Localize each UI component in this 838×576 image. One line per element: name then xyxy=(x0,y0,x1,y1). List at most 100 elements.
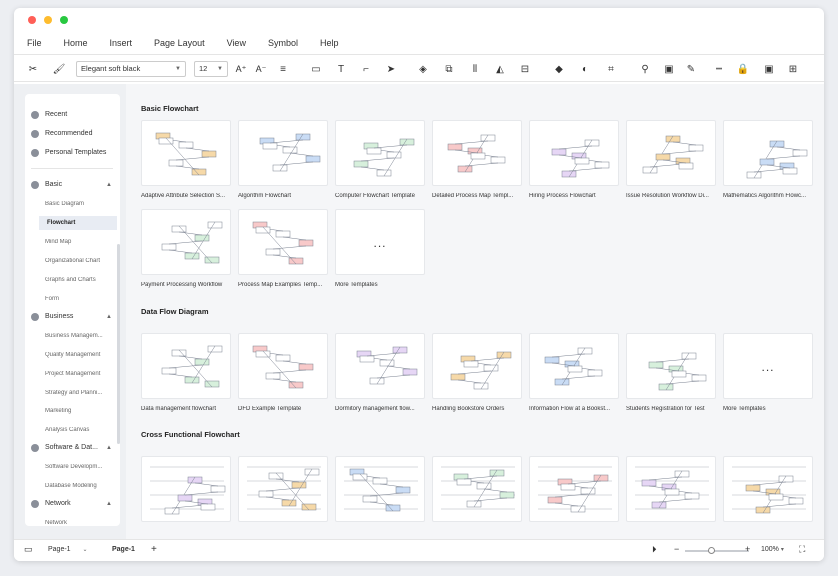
template-card[interactable] xyxy=(238,456,328,522)
template-card[interactable] xyxy=(141,456,231,522)
maximize-window-button[interactable] xyxy=(60,16,68,24)
increase-font-icon[interactable]: A⁺ xyxy=(234,62,248,76)
page-tab[interactable]: Page-1 xyxy=(112,546,135,553)
sidebar-item-software-development[interactable]: Software Developm... xyxy=(45,464,115,470)
menu-home[interactable]: Home xyxy=(64,38,88,48)
minimize-window-button[interactable] xyxy=(44,16,52,24)
sidebar-item-personal-templates[interactable]: Personal Templates xyxy=(25,144,120,162)
template-thumbnail[interactable] xyxy=(238,456,328,522)
template-thumbnail[interactable] xyxy=(141,209,231,275)
text-tool-icon[interactable]: T xyxy=(334,62,348,76)
lock-icon[interactable]: 🔒 xyxy=(736,62,750,76)
shape-style-icon[interactable]: ◐ xyxy=(578,62,592,76)
template-card[interactable]: Hiring Process Flowchart xyxy=(529,120,619,199)
search-icon[interactable]: ⚲ xyxy=(638,62,652,76)
template-thumbnail[interactable] xyxy=(626,120,716,186)
rectangle-icon[interactable]: ▭ xyxy=(309,62,323,76)
group-icon[interactable]: ⧉ xyxy=(442,62,456,76)
fullscreen-icon[interactable]: ⛶ xyxy=(799,544,805,555)
flip-icon[interactable]: ◭ xyxy=(493,62,507,76)
template-thumbnail[interactable] xyxy=(335,120,425,186)
template-card[interactable]: Algorithm Flowchart xyxy=(238,120,328,199)
menu-file[interactable]: File xyxy=(27,38,42,48)
pointer-icon[interactable]: ➤ xyxy=(384,62,398,76)
distribute-icon[interactable]: ⊟ xyxy=(518,62,532,76)
template-card[interactable]: Detailed Process Map Templ... xyxy=(432,120,522,199)
zoom-slider-handle[interactable] xyxy=(708,547,715,554)
template-thumbnail[interactable] xyxy=(238,333,328,399)
sidebar-item-recent[interactable]: Recent xyxy=(25,106,120,124)
cut-icon[interactable]: ✂ xyxy=(26,62,40,76)
more-templates-card[interactable]: ... More Templates xyxy=(723,333,813,412)
template-thumbnail[interactable]: ... xyxy=(335,209,425,275)
sidebar-item-recommended[interactable]: Recommended xyxy=(25,125,120,143)
template-thumbnail[interactable] xyxy=(141,333,231,399)
template-thumbnail[interactable] xyxy=(141,456,231,522)
template-card[interactable]: Process Map Examples Temp... xyxy=(238,209,328,288)
add-page-button[interactable]: + xyxy=(151,544,157,555)
sidebar-item-form[interactable]: Form xyxy=(45,296,115,302)
menu-view[interactable]: View xyxy=(227,38,246,48)
template-thumbnail[interactable] xyxy=(723,456,813,522)
sidebar-item-business-management[interactable]: Business Managem... xyxy=(45,333,115,339)
crop-icon[interactable]: ⌗ xyxy=(604,62,618,76)
menu-help[interactable]: Help xyxy=(320,38,339,48)
menu-page-layout[interactable]: Page Layout xyxy=(154,38,205,48)
template-thumbnail[interactable] xyxy=(335,333,425,399)
page-select[interactable]: Page-1 ⌄ xyxy=(48,546,88,553)
sidebar-item-flowchart[interactable]: Flowchart xyxy=(39,216,117,230)
sidebar-item-analysis-canvas[interactable]: Analysis Canvas xyxy=(45,427,115,433)
template-card[interactable]: Computer Flowchart Template xyxy=(335,120,425,199)
sidebar-scrollbar[interactable] xyxy=(117,244,120,444)
menu-symbol[interactable]: Symbol xyxy=(268,38,298,48)
template-card[interactable] xyxy=(723,456,813,522)
template-card[interactable]: Adaptive Attribute Selection S... xyxy=(141,120,231,199)
page-panel-icon[interactable]: ▭ xyxy=(24,544,33,555)
template-card[interactable]: Information Flow at a Bookst... xyxy=(529,333,619,412)
template-thumbnail[interactable] xyxy=(723,120,813,186)
template-card[interactable] xyxy=(335,456,425,522)
sidebar-group-network[interactable]: Network ▲ xyxy=(25,495,120,513)
find-replace-icon[interactable]: ▣ xyxy=(662,62,676,76)
connector-icon[interactable]: ⌐ xyxy=(359,62,373,76)
template-card[interactable] xyxy=(432,456,522,522)
menu-insert[interactable]: Insert xyxy=(110,38,133,48)
sidebar-group-business[interactable]: Business ▲ xyxy=(25,308,120,326)
sidebar-item-network[interactable]: Network xyxy=(45,520,115,526)
template-thumbnail[interactable] xyxy=(432,333,522,399)
sidebar-group-basic[interactable]: Basic ▲ xyxy=(25,176,120,194)
zoom-level[interactable]: 100% ▾ xyxy=(761,546,784,553)
sidebar-item-mind-map[interactable]: Mind Map xyxy=(45,239,115,245)
template-thumbnail[interactable] xyxy=(432,456,522,522)
template-thumbnail[interactable] xyxy=(432,120,522,186)
template-thumbnail[interactable] xyxy=(626,333,716,399)
more-templates-card[interactable]: ... More Templates xyxy=(335,209,425,288)
template-thumbnail[interactable] xyxy=(529,120,619,186)
line-style-icon[interactable]: ┅ xyxy=(712,62,726,76)
line-color-icon[interactable]: ✎ xyxy=(684,62,698,76)
align-icon[interactable]: ⫴ xyxy=(468,62,482,76)
font-family-select[interactable]: Elegant soft black ▼ xyxy=(76,61,186,77)
align-text-icon[interactable]: ≡ xyxy=(276,62,290,76)
close-window-button[interactable] xyxy=(28,16,36,24)
template-thumbnail[interactable] xyxy=(238,209,328,275)
template-card[interactable]: Students Registration for Test xyxy=(626,333,716,412)
more-tools-icon[interactable]: ⊞ xyxy=(786,62,800,76)
template-thumbnail[interactable] xyxy=(238,120,328,186)
zoom-slider[interactable] xyxy=(685,550,749,552)
template-thumbnail[interactable] xyxy=(335,456,425,522)
sidebar-item-database-modeling[interactable]: Database Modeling xyxy=(45,483,115,489)
template-card[interactable]: Payment Processing Workflow xyxy=(141,209,231,288)
zoom-out-button[interactable]: − xyxy=(674,544,679,554)
format-painter-icon[interactable]: 🖌 xyxy=(52,62,66,76)
sidebar-group-software[interactable]: Software & Dat... ▲ xyxy=(25,439,120,457)
template-card[interactable]: Handling Bookstore Orders xyxy=(432,333,522,412)
sidebar-item-quality-management[interactable]: Quality Management xyxy=(45,352,115,358)
sidebar-item-project-management[interactable]: Project Management xyxy=(45,371,115,377)
sidebar-item-marketing[interactable]: Marketing xyxy=(45,408,115,414)
template-card[interactable]: Data management flowchart xyxy=(141,333,231,412)
zoom-in-button[interactable]: + xyxy=(745,544,750,554)
template-thumbnail[interactable] xyxy=(141,120,231,186)
template-thumbnail[interactable] xyxy=(529,456,619,522)
sidebar-item-basic-diagram[interactable]: Basic Diagram xyxy=(45,201,115,207)
